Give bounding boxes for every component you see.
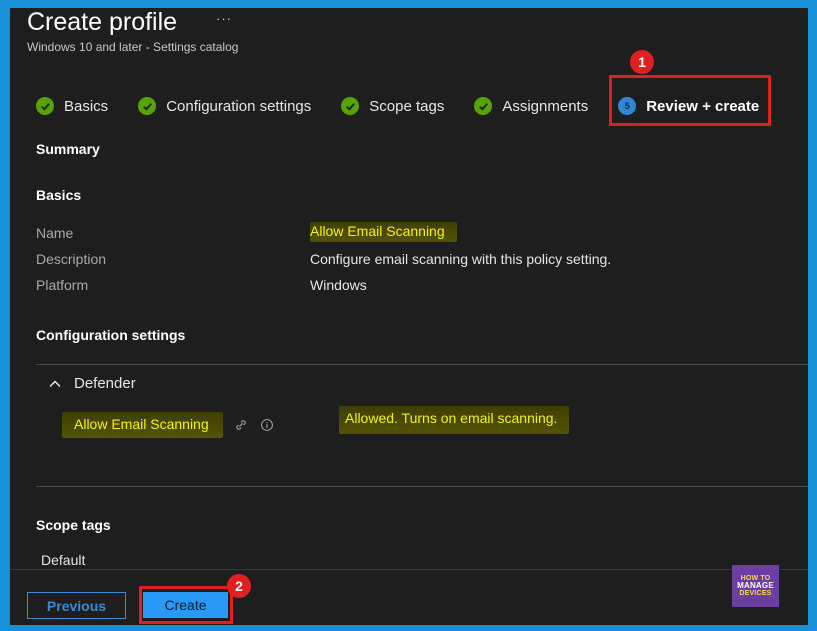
step-scope-tags[interactable]: Scope tags [341,97,444,115]
description-label: Description [36,251,107,267]
step-label: Scope tags [369,97,445,115]
check-icon [474,97,493,115]
footer-bar: Previous Create [10,569,808,625]
step-label: Basics [64,97,109,115]
name-value: Allow Email Scanning [310,222,457,242]
divider [36,486,808,487]
page-title: Create profile [27,8,178,36]
step-configuration-settings[interactable]: Configuration settings [138,97,311,115]
step-assignments[interactable]: Assignments [474,97,588,115]
step-label: Configuration settings [166,97,312,115]
configuration-settings-heading: Configuration settings [36,327,186,343]
page-subtitle: Windows 10 and later - Settings catalog [27,40,239,54]
callout-badge-2: 2 [227,574,251,598]
check-icon [138,97,157,115]
scope-tags-heading: Scope tags [36,517,111,533]
info-icon[interactable] [259,417,275,433]
group-label: Defender [74,375,136,392]
previous-button[interactable]: Previous [27,592,126,619]
more-options-icon[interactable]: ··· [216,11,232,26]
step-label: Assignments [502,97,589,115]
check-icon [36,97,54,115]
link-icon[interactable] [233,417,249,433]
platform-label: Platform [36,277,89,293]
setting-value: Allowed. Turns on email scanning. [339,406,570,434]
callout-box-create [139,586,233,624]
scope-tag-value: Default [41,552,86,568]
description-value: Configure email scanning with this polic… [310,251,612,267]
howto-manage-devices-logo: HOW TO MANAGE DEVICES [732,565,779,607]
summary-heading: Summary [36,141,100,157]
name-label: Name [36,225,74,241]
setting-allow-email-scanning: Allow Email Scanning [62,412,275,438]
platform-value: Windows [310,277,367,293]
create-profile-panel: Create profile ··· Windows 10 and later … [10,8,808,625]
step-basics[interactable]: Basics [36,97,108,115]
basics-heading: Basics [36,187,82,203]
divider [36,364,808,365]
check-icon [341,97,360,115]
callout-badge-1: 1 [630,50,654,74]
callout-box-review [609,75,771,126]
defender-group-toggle[interactable]: Defender [48,375,136,392]
chevron-up-icon [49,379,61,387]
